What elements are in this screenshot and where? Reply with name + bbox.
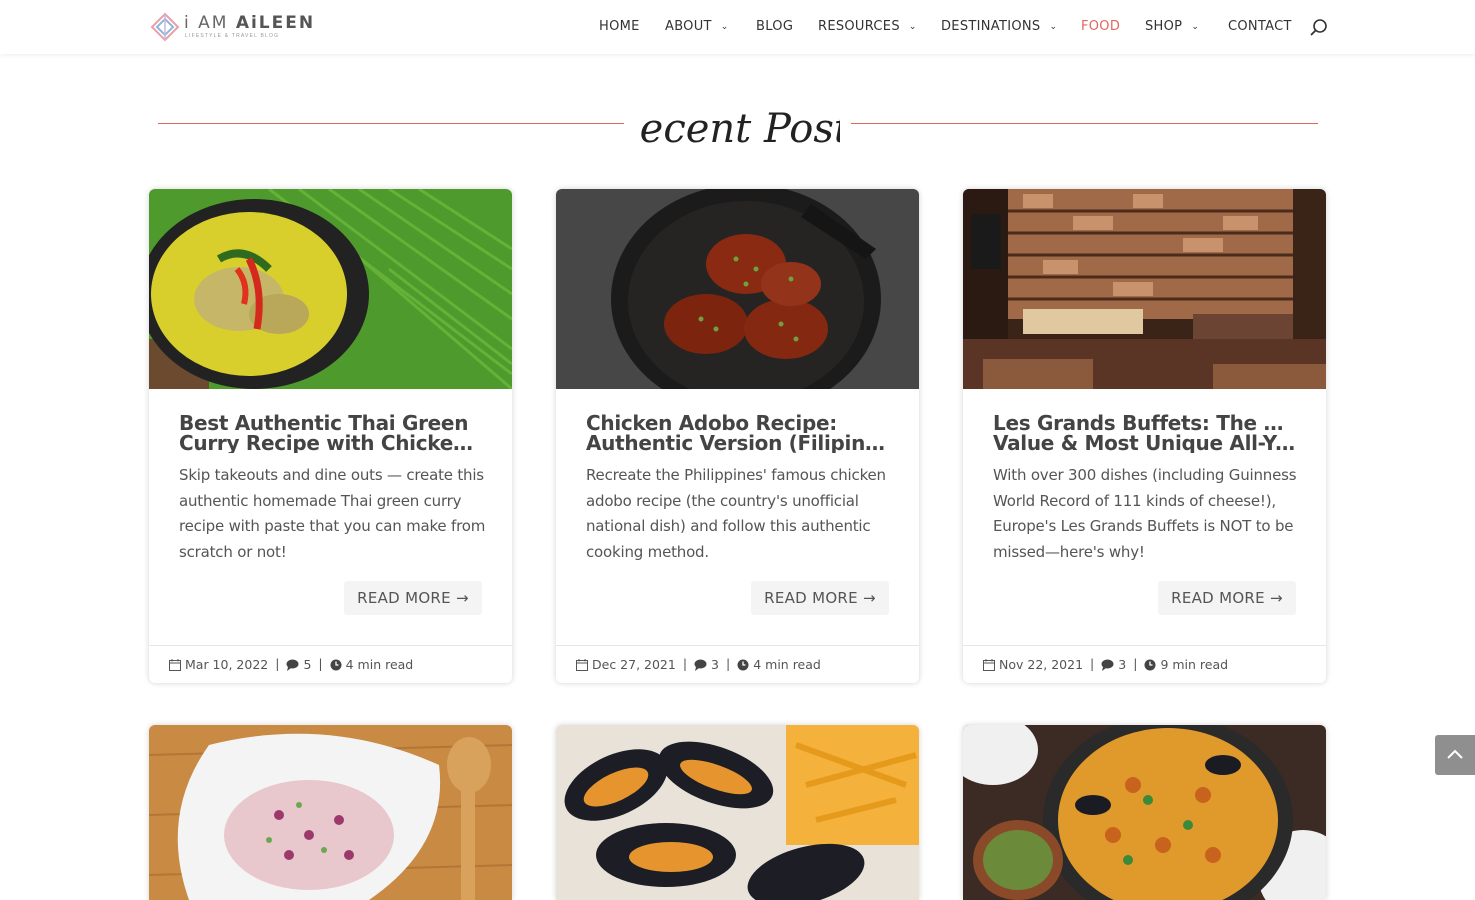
- post-card[interactable]: Les Grands Buffets: The Best Value & Mos…: [963, 189, 1326, 683]
- meta-divider: [556, 645, 919, 646]
- read-more-button[interactable]: READ MORE →: [344, 581, 482, 615]
- nav-item-home[interactable]: HOME: [599, 19, 640, 34]
- post-title-line2: Curry Recipe with Chicken...: [179, 433, 484, 453]
- nav-label: SHOP: [1145, 19, 1183, 34]
- search-icon[interactable]: [1309, 18, 1329, 38]
- post-title[interactable]: Best Authentic Thai Green Curry Recipe w…: [179, 413, 484, 453]
- post-meta: Dec 27, 2021 | 3 | 4 min read: [576, 656, 821, 672]
- nav-item-shop[interactable]: SHOP ⌄: [1145, 19, 1199, 34]
- comment-icon: [286, 659, 299, 671]
- post-thumbnail-paella[interactable]: [963, 725, 1326, 900]
- nav-item-about[interactable]: ABOUT ⌄: [665, 19, 729, 34]
- chevron-down-icon: ⌄: [720, 22, 729, 32]
- post-date: Mar 10, 2022: [185, 657, 269, 672]
- comments-link[interactable]: 3: [1101, 657, 1126, 672]
- comment-count: 3: [1118, 657, 1127, 672]
- section-title: Recent Posts: [640, 106, 840, 152]
- chevron-up-icon: [1447, 749, 1463, 759]
- post-card[interactable]: [556, 725, 919, 900]
- post-card[interactable]: [963, 725, 1326, 900]
- post-title[interactable]: Chicken Adobo Recipe: Authentic Version …: [586, 413, 891, 453]
- nav-item-destinations[interactable]: DESTINATIONS ⌄: [941, 19, 1057, 34]
- post-title-line2: Value & Most Unique All-Yo...: [993, 433, 1298, 453]
- post-excerpt: Recreate the Philippines' famous chicken…: [586, 466, 886, 561]
- post-card[interactable]: Best Authentic Thai Green Curry Recipe w…: [149, 189, 512, 683]
- nav-item-contact[interactable]: CONTACT: [1228, 19, 1292, 34]
- clock-icon: [330, 659, 342, 671]
- comments-link[interactable]: 3: [694, 657, 719, 672]
- nav-label: ABOUT: [665, 19, 712, 34]
- post-date: Dec 27, 2021: [592, 657, 676, 672]
- read-time: 4 min read: [753, 657, 821, 672]
- calendar-icon: [169, 659, 181, 671]
- read-more-button[interactable]: READ MORE →: [751, 581, 889, 615]
- post-title-line1: Les Grands Buffets: The Best: [993, 413, 1298, 433]
- comment-count: 3: [711, 657, 719, 672]
- meta-divider: [149, 645, 512, 646]
- nav-label: RESOURCES: [818, 19, 900, 34]
- comment-icon: [1101, 659, 1114, 671]
- clock-icon: [737, 659, 749, 671]
- chevron-down-icon: ⌄: [1191, 22, 1200, 32]
- post-title-line1: Best Authentic Thai Green: [179, 413, 469, 433]
- comment-icon: [694, 659, 707, 671]
- section-title-text: Recent Posts: [640, 106, 840, 152]
- heading-rule-right: [851, 123, 1318, 124]
- read-time: 4 min read: [345, 657, 414, 672]
- clock-icon: [1144, 659, 1156, 671]
- post-date: Nov 22, 2021: [999, 657, 1084, 672]
- nav-label: DESTINATIONS: [941, 19, 1041, 34]
- meta-divider: [963, 645, 1326, 646]
- post-title-line2: Authentic Version (Filipino...: [586, 433, 891, 453]
- post-excerpt: Skip takeouts and dine outs — create thi…: [179, 466, 486, 561]
- post-card[interactable]: Chicken Adobo Recipe: Authentic Version …: [556, 189, 919, 683]
- nav-label: BLOG: [756, 19, 794, 34]
- nav-label: HOME: [599, 19, 640, 34]
- nav-item-blog[interactable]: BLOG: [756, 19, 793, 34]
- post-card[interactable]: [149, 725, 512, 900]
- read-time: 9 min read: [1160, 657, 1229, 672]
- comment-count: 5: [303, 657, 312, 672]
- nav-item-resources[interactable]: RESOURCES ⌄: [818, 19, 917, 34]
- post-thumbnail-chicken-adobo[interactable]: [556, 189, 919, 389]
- nav-label: FOOD: [1081, 19, 1121, 34]
- post-thumbnail-les-grands-buffets[interactable]: [963, 189, 1326, 389]
- nav-item-food[interactable]: FOOD: [1081, 19, 1120, 34]
- nav-label: CONTACT: [1228, 19, 1292, 34]
- calendar-icon: [983, 659, 995, 671]
- post-meta: Mar 10, 2022 | 5 | 4 min read: [169, 656, 413, 672]
- calendar-icon: [576, 659, 588, 671]
- post-meta: Nov 22, 2021 | 3 | 9 min read: [983, 656, 1228, 672]
- comments-link[interactable]: 5: [286, 657, 311, 672]
- heading-rule-left: [158, 123, 624, 124]
- post-thumbnail-thai-curry[interactable]: [149, 189, 512, 389]
- post-title-line1: Chicken Adobo Recipe:: [586, 413, 837, 433]
- scroll-to-top-button[interactable]: [1435, 735, 1475, 775]
- site-header: i AM AiLEEN LIFESTYLE & TRAVEL BLOG HOME…: [0, 0, 1475, 54]
- chevron-down-icon: ⌄: [908, 22, 917, 32]
- post-title[interactable]: Les Grands Buffets: The Best Value & Mos…: [993, 413, 1298, 453]
- main-nav: HOME ABOUT ⌄ BLOG RESOURCES ⌄ DESTINATIONS…: [0, 19, 1475, 39]
- post-thumbnail-kinilaw[interactable]: [149, 725, 512, 900]
- read-more-button[interactable]: READ MORE →: [1158, 581, 1296, 615]
- chevron-down-icon: ⌄: [1049, 22, 1058, 32]
- post-thumbnail-mussels[interactable]: [556, 725, 919, 900]
- post-excerpt: With over 300 dishes (including Guinness…: [993, 466, 1297, 561]
